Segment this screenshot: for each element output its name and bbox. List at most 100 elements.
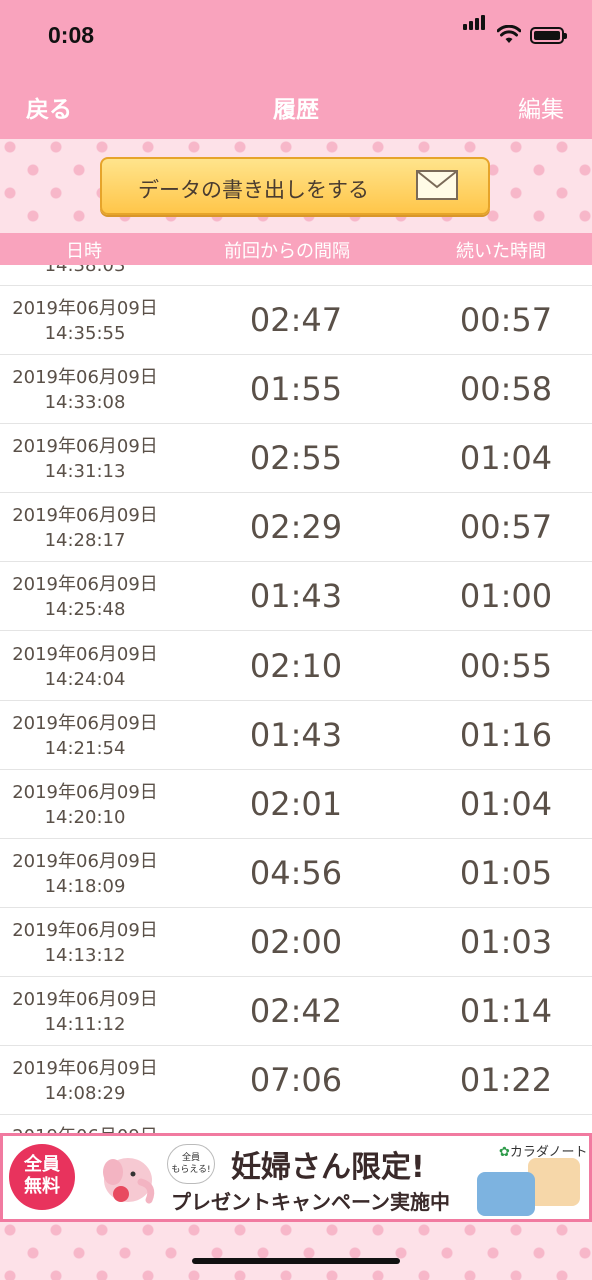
column-datetime: 日時 [66, 241, 102, 262]
status-bar: 0:08 [0, 0, 592, 72]
row-date: 2019年06月09日 [12, 298, 158, 319]
row-datetime: 2019年06月09日 14:11:12 [0, 987, 170, 1037]
row-duration: 00:57 [459, 508, 553, 547]
row-interval: 02:42 [249, 992, 343, 1030]
row-duration: 01:22 [459, 1061, 553, 1100]
column-duration: 続いた時間 [456, 241, 546, 262]
row-time: 14:35:55 [44, 323, 126, 344]
row-date: 2019年06月09日 [12, 505, 158, 527]
row-time: 14:31:13 [44, 461, 126, 483]
row-interval: 02:47 [249, 301, 343, 339]
export-button-label: データの書き出しをする [138, 178, 369, 202]
row-duration: 00:57 [459, 301, 553, 339]
row-interval: 02:10 [249, 646, 343, 685]
ad-bubble-line1: 全員 [181, 1153, 200, 1163]
edit-button[interactable]: 編集 [518, 90, 564, 124]
top-bar: 0:08 戻る 履歴 編集 [0, 0, 592, 139]
clover-icon: ✿ [499, 1145, 510, 1160]
row-duration: 01:05 [459, 853, 553, 892]
row-date: 2019年06月09日 [12, 919, 158, 941]
row-time: 14:20:10 [44, 806, 126, 828]
row-duration: 01:16 [459, 715, 553, 754]
row-date: 2019年06月09日 [12, 850, 158, 872]
export-band: データの書き出しをする [0, 139, 592, 233]
table-row[interactable]: 2019年06月09日 14:13:12 02:00 01:03 [0, 908, 592, 977]
elephant-mascot-icon [103, 1158, 155, 1204]
pouch-image-blue [477, 1172, 535, 1216]
row-date: 2019年06月09日 [12, 781, 158, 803]
row-datetime: 2019年06月09日 14:20:10 [0, 780, 170, 830]
row-time: 14:24:04 [44, 668, 126, 690]
row-time: 14:18:09 [44, 875, 126, 897]
row-time: 14:38:03 [44, 265, 126, 276]
table-row[interactable]: 2019年06月09日 14:28:17 02:29 00:57 [0, 493, 592, 563]
row-duration: 01:04 [459, 439, 553, 478]
column-header: 日時 前回からの間隔 続いた時間 [0, 233, 592, 265]
row-date: 2019年06月09日 [12, 367, 158, 389]
table-row[interactable]: 2019年06月09日 14:08:29 07:06 01:22 [0, 1046, 592, 1116]
table-row[interactable]: 2019年06月09日 14:21:54 01:43 01:16 [0, 701, 592, 770]
row-time: 14:28:17 [44, 530, 126, 552]
row-datetime: 2019年06月09日 14:21:54 [0, 711, 170, 761]
row-interval: 04:56 [249, 853, 343, 892]
row-duration: 00:55 [459, 646, 553, 685]
row-interval: 01:43 [249, 577, 343, 616]
ad-bubble-line2: もらえる! [171, 1165, 211, 1175]
mail-icon [416, 170, 458, 200]
row-duration: 01:03 [459, 922, 553, 961]
row-duration: 00:58 [459, 370, 553, 409]
row-time: 14:13:12 [44, 944, 126, 966]
status-time: 0:08 [48, 22, 95, 48]
table-row[interactable]: 2019年06月09日 14:24:04 02:10 00:55 [0, 632, 592, 701]
row-date: 2019年06月09日 [12, 436, 158, 458]
table-row[interactable]: 2019年06月09日 14:33:08 01:55 00:58 [0, 355, 592, 425]
row-datetime: 2019年06月09日 14:08:29 [0, 1056, 170, 1106]
row-datetime: 2019年06月09日 14:31:13 [0, 434, 170, 484]
table-row-partial-bottom[interactable]: 2019年06月09日 [0, 1114, 592, 1135]
row-datetime: 2019年06月09日 14:28:17 [0, 503, 170, 553]
row-interval: 02:00 [249, 922, 343, 961]
ad-banner[interactable]: 全員 無料 全員 もらえる! 妊婦さん限定! プレゼントキャンペーン実施中 ✿カ… [0, 1133, 592, 1222]
row-datetime: 2019年06月09日 14:35:55 [0, 296, 170, 346]
nav-bar: 戻る 履歴 編集 [0, 72, 592, 139]
row-interval: 02:01 [249, 784, 343, 823]
table-row[interactable]: 2019年06月09日 14:11:12 02:42 01:14 [0, 977, 592, 1046]
row-interval: 02:29 [249, 508, 343, 547]
row-date: 2019年06月09日 [12, 1058, 158, 1080]
ad-free-badge: 全員 無料 [9, 1144, 75, 1210]
row-datetime: 2019年06月09日 14:25:48 [0, 572, 170, 622]
row-duration: 01:04 [459, 784, 553, 823]
row-datetime: 2019年06月09日 14:33:08 [0, 365, 170, 415]
row-datetime: 2019年06月09日 14:13:12 [0, 918, 170, 968]
row-date: 2019年06月09日 [12, 712, 158, 734]
page-title: 履歴 [273, 97, 319, 123]
row-time: 14:33:08 [44, 392, 126, 414]
row-time: 14:08:29 [44, 1083, 126, 1105]
pouch-image [528, 1158, 580, 1206]
wifi-icon [497, 25, 521, 43]
table-row[interactable]: 2019年06月09日 14:35:55 02:47 00:57 [0, 286, 592, 355]
table-row-partial-top[interactable]: 14:38:03 [0, 265, 592, 286]
row-duration: 01:14 [459, 992, 553, 1030]
table-row[interactable]: 2019年06月09日 14:18:09 04:56 01:05 [0, 839, 592, 908]
row-interval: 07:06 [249, 1061, 343, 1100]
row-interval: 01:55 [249, 370, 343, 409]
ad-speech-bubble: 全員 もらえる! [167, 1144, 215, 1184]
row-interval: 02:55 [249, 439, 343, 478]
table-row[interactable]: 2019年06月09日 14:31:13 02:55 01:04 [0, 424, 592, 494]
row-datetime: 2019年06月09日 14:24:04 [0, 642, 170, 692]
table-row[interactable]: 2019年06月09日 14:20:10 02:01 01:04 [0, 770, 592, 839]
row-time: 14:25:48 [44, 599, 126, 621]
ad-badge-line1: 全員 [24, 1154, 60, 1175]
table-row[interactable]: 2019年06月09日 14:25:48 01:43 01:00 [0, 562, 592, 632]
home-indicator[interactable] [192, 1258, 400, 1264]
ad-badge-line2: 無料 [24, 1176, 60, 1197]
export-data-button[interactable]: データの書き出しをする [100, 157, 490, 215]
row-interval: 01:43 [249, 715, 343, 754]
ad-title: 妊婦さん限定! [231, 1150, 425, 1185]
ad-subtitle: プレゼントキャンペーン実施中 [171, 1190, 450, 1214]
row-datetime: 2019年06月09日 14:18:09 [0, 849, 170, 899]
row-time: 14:21:54 [44, 737, 126, 759]
row-date: 2019年06月09日 [12, 989, 158, 1010]
history-list[interactable]: 14:38:03 2019年06月09日 14:35:55 02:47 00:57 20… [0, 265, 592, 1135]
